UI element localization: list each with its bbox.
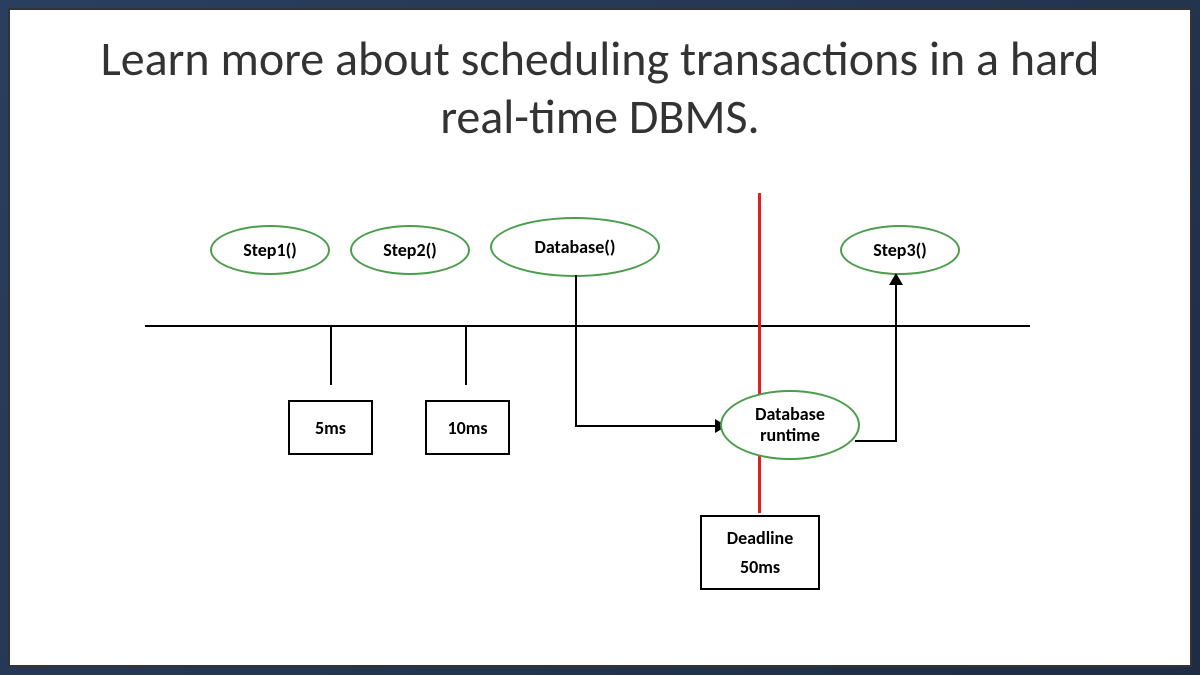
deadline-value: 50ms <box>740 553 780 582</box>
node-step1-label: Step1() <box>243 239 297 261</box>
node-database: Database() <box>490 217 660 277</box>
duration-step2-label: 10ms <box>447 417 487 439</box>
tick-step1 <box>330 325 332 385</box>
node-step1: Step1() <box>210 225 330 275</box>
connector-runtime-h <box>855 440 895 442</box>
node-database-label: Database() <box>534 236 615 258</box>
node-step2: Step2() <box>350 225 470 275</box>
deadline-label: Deadline <box>727 524 794 553</box>
node-runtime-label-1: Database <box>755 404 825 426</box>
connector-database-to-runtime <box>575 425 720 427</box>
duration-step2: 10ms <box>425 400 510 455</box>
deadline-marker-line <box>758 193 761 513</box>
timeline-axis <box>145 325 1030 327</box>
node-runtime: Database runtime <box>720 390 860 460</box>
node-step3-label: Step3() <box>873 239 927 261</box>
tick-step2 <box>465 325 467 385</box>
connector-runtime-to-step3 <box>895 275 897 442</box>
node-step2-label: Step2() <box>383 239 437 261</box>
connector-database-down <box>575 275 577 425</box>
node-runtime-label-2: runtime <box>755 425 825 447</box>
duration-step1-label: 5ms <box>315 417 346 439</box>
deadline-box: Deadline 50ms <box>700 515 820 590</box>
slide-frame: Learn more about scheduling transactions… <box>8 8 1192 667</box>
node-step3: Step3() <box>840 225 960 275</box>
arrowhead-to-step3 <box>889 273 903 285</box>
timeline-diagram: Step1() Step2() Database() Step3() 5ms 1… <box>60 205 1140 605</box>
duration-step1: 5ms <box>288 400 373 455</box>
slide-title: Learn more about scheduling transactions… <box>60 30 1140 145</box>
